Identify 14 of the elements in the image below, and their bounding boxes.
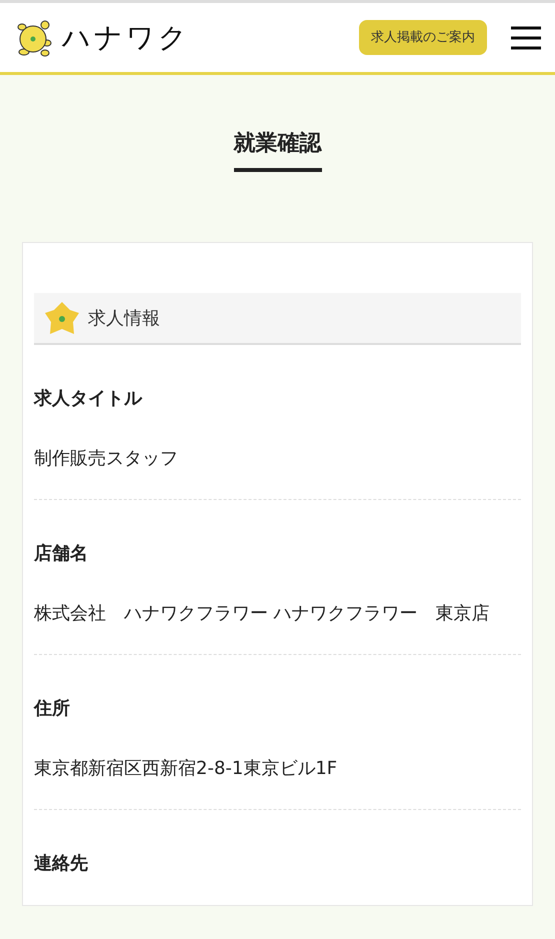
field-label: 住所	[34, 697, 71, 721]
page-title: 就業確認	[234, 127, 322, 172]
menu-button[interactable]	[511, 24, 541, 50]
flower-icon	[44, 301, 80, 335]
logo-text[interactable]: ハナワク	[62, 16, 190, 58]
field-label: 連絡先	[34, 852, 89, 876]
field-value: 制作販売スタッフ	[34, 447, 179, 471]
job-posting-info-button[interactable]: 求人掲載のご案内	[359, 20, 487, 56]
field-value: 株式会社 ハナワクフラワー ハナワクフラワー 東京店	[34, 602, 491, 626]
section-title: 求人情報	[88, 306, 160, 330]
field-value: 東京都新宿区西新宿2-8-1東京ビル1F	[34, 757, 338, 781]
field-label: 店舗名	[34, 542, 89, 566]
menu-icon	[511, 24, 541, 50]
field-label: 求人タイトル	[34, 387, 144, 411]
